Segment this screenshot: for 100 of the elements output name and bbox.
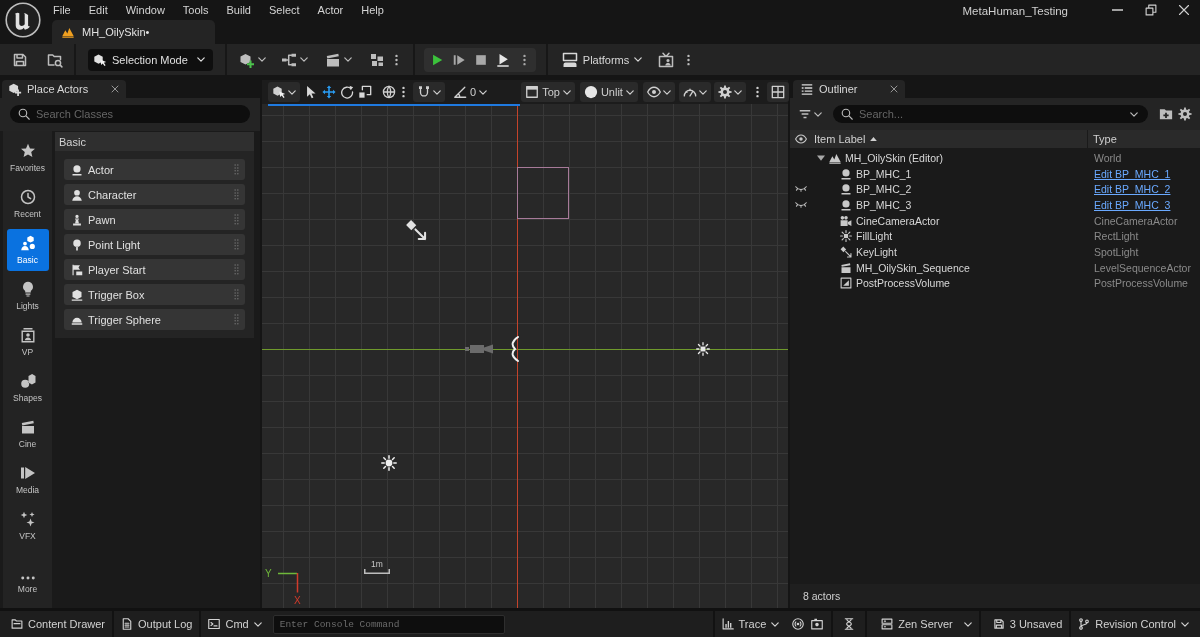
category-button[interactable]: Media (6, 459, 49, 501)
caret-icon (258, 57, 267, 62)
type-text: LevelSequenceActor (1094, 261, 1191, 274)
zen-server-dropdown[interactable]: Zen Server (867, 611, 979, 637)
section-header: Basic (55, 132, 254, 151)
viewport-options-button[interactable] (268, 82, 300, 102)
close-tab-button[interactable] (889, 84, 899, 94)
clapperboard-icon (840, 261, 852, 274)
actor-class-item[interactable]: Trigger Box (64, 284, 245, 305)
panel-tab[interactable]: Place Actors (2, 80, 126, 98)
content-drawer-button[interactable]: Content Drawer (4, 611, 113, 637)
console-input[interactable]: Enter Console Command (272, 614, 505, 634)
revision-control-dropdown[interactable]: Revision Control (1071, 611, 1196, 637)
camera-icon (811, 618, 824, 630)
gear-icon (717, 85, 732, 99)
cmd-dropdown[interactable]: Cmd (201, 611, 269, 637)
unsaved-button[interactable]: 3 Unsaved (980, 611, 1070, 637)
menu-item[interactable]: File (53, 4, 71, 16)
move-arrows-icon (322, 85, 336, 99)
column-header[interactable]: Item Label (812, 130, 1088, 148)
outliner-item[interactable]: KeyLight (856, 245, 897, 258)
sphere-stand-icon (71, 163, 83, 176)
column-header[interactable]: Type (1088, 130, 1200, 148)
actor-class-item[interactable]: Actor (64, 159, 245, 180)
category-button[interactable]: VP (6, 321, 49, 363)
actor-class-item[interactable]: Player Start (64, 259, 245, 280)
outliner-item[interactable]: CineCameraActor (856, 214, 940, 227)
outliner-item[interactable]: PostProcessVolume (856, 277, 950, 290)
angle-icon (453, 85, 467, 99)
category-button[interactable]: VFX (6, 505, 49, 547)
sun-icon (381, 455, 397, 471)
surface-snap-button[interactable] (413, 82, 445, 102)
category-button[interactable]: Favorites (6, 137, 49, 179)
category-button[interactable]: More (6, 564, 49, 606)
settings-button[interactable] (1177, 104, 1193, 124)
outliner-item[interactable]: BP_MHC_3 (856, 198, 912, 211)
level-tab[interactable]: MH_OilySkin• (52, 20, 215, 44)
pawn-icon (71, 213, 83, 226)
menu-item[interactable]: Build (226, 4, 251, 16)
actor-class-item[interactable]: Character (64, 184, 245, 205)
edit-link[interactable]: Edit BP_MHC_1 (1094, 167, 1171, 180)
platforms-button[interactable]: Platforms (555, 47, 649, 72)
outliner-item[interactable]: BP_MHC_2 (856, 183, 912, 196)
scale-icon (358, 85, 372, 99)
edit-link[interactable]: Edit BP_MHC_3 (1094, 198, 1171, 211)
folder-search-icon (47, 51, 63, 68)
gear-icon (1178, 107, 1192, 121)
mountain-icon (829, 151, 841, 164)
menu-item[interactable]: Window (125, 4, 165, 16)
outliner-item[interactable]: BP_MHC_1 (856, 167, 912, 180)
sphere-stand-icon (840, 183, 852, 196)
performance-dropdown[interactable] (678, 82, 711, 102)
drag-handle-icon (234, 264, 239, 275)
clapperboard-icon (325, 51, 342, 68)
spotlight-icon (840, 245, 852, 258)
category-button[interactable]: Shapes (6, 367, 49, 409)
movie-camera-icon (840, 214, 852, 227)
edit-link[interactable]: Edit BP_MHC_2 (1094, 183, 1171, 196)
output-log-button[interactable]: Output Log (114, 611, 200, 637)
engine-logo-icon[interactable] (5, 2, 41, 38)
play-film-icon (19, 465, 36, 481)
mode-dropdown[interactable]: Selection Mode (88, 48, 213, 71)
menu-item[interactable]: Edit (88, 4, 108, 16)
view-type-dropdown[interactable]: Top (521, 82, 575, 102)
settings-dropdown[interactable] (713, 82, 746, 102)
outliner-item[interactable]: MH_OilySkin_Sequence (856, 261, 970, 274)
rotation-snap-button[interactable]: 0 (449, 82, 492, 102)
drag-handle-icon (234, 189, 239, 200)
category-button[interactable]: Lights (6, 275, 49, 317)
triangle-line-icon (495, 52, 510, 67)
search-field[interactable]: Search... (833, 105, 1148, 123)
broadcast-icon (792, 618, 805, 630)
menu-item[interactable]: Select (269, 4, 300, 16)
view-mode-dropdown[interactable]: Unlit (579, 82, 638, 102)
search-icon (18, 108, 30, 120)
actor-class-item[interactable]: Point Light (64, 234, 245, 255)
trace-dropdown[interactable]: Trace (714, 611, 787, 637)
category-button[interactable]: Recent (6, 183, 49, 225)
outliner-item[interactable]: MH_OilySkin (Editor) (845, 151, 944, 164)
menu-item[interactable]: Tools (182, 4, 209, 16)
close-tab-button[interactable] (110, 84, 120, 94)
show-dropdown[interactable] (642, 82, 675, 102)
cube-cursor-icon (93, 52, 107, 67)
actor-class-item[interactable]: Trigger Sphere (64, 309, 245, 330)
category-button[interactable]: Basic (6, 229, 49, 271)
category-button[interactable]: Cine (6, 413, 49, 455)
menu-item[interactable]: Help (361, 4, 384, 16)
outliner-item[interactable]: FillLight (856, 230, 893, 243)
close-icon (890, 85, 898, 93)
blocks-icon (368, 51, 385, 68)
search-field[interactable]: Search Classes (10, 105, 250, 123)
sparkles-icon (19, 511, 36, 527)
menu-item[interactable]: Actor (317, 4, 344, 16)
drag-handle-icon (234, 164, 239, 175)
tv-person-icon (658, 51, 675, 68)
rotate-icon (340, 85, 354, 99)
layout-button[interactable] (766, 82, 789, 102)
panel-tab[interactable]: Outliner (793, 80, 905, 98)
flag-icon (71, 263, 83, 276)
actor-class-item[interactable]: Pawn (64, 209, 245, 230)
